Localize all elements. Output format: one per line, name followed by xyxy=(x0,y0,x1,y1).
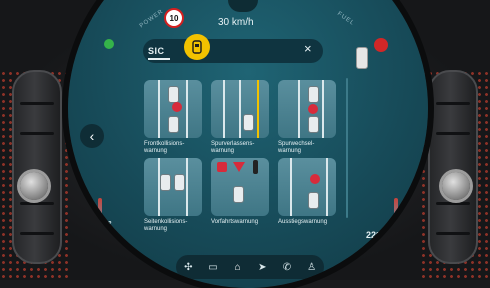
temp-right[interactable]: 22° xyxy=(366,230,380,240)
tile-lane-departure[interactable]: Spurverlassens-warnung xyxy=(211,80,269,155)
title-underline xyxy=(148,58,170,60)
fuel-label: FUEL xyxy=(336,10,356,28)
alert-indicator-red xyxy=(374,38,388,52)
temp-bar-right xyxy=(394,198,398,238)
power-label: POWER xyxy=(138,8,165,30)
bottom-dock: ✣ ▭ ⌂ ➤ ✆ ♙ xyxy=(176,255,324,279)
phone-icon[interactable]: ✆ xyxy=(280,262,294,273)
tile-label: Spurverlassens-warnung xyxy=(211,141,255,154)
panel-title: SIC xyxy=(148,46,165,56)
close-button[interactable]: × xyxy=(304,41,312,56)
home-icon[interactable]: ⌂ xyxy=(231,262,245,273)
status-light-green xyxy=(104,39,114,49)
tile-side-collision[interactable]: Seitenkollisions-warnung xyxy=(144,158,202,233)
fan-icon[interactable]: ✣ xyxy=(181,262,195,273)
tile-exit-warning[interactable]: Ausstiegswarnung xyxy=(278,158,336,226)
navigation-icon[interactable]: ➤ xyxy=(255,262,269,273)
back-button[interactable]: ‹ xyxy=(80,124,104,148)
tile-label: Ausstiegswarnung xyxy=(278,219,328,225)
temp-bar-left xyxy=(98,198,102,238)
speed-limit-sign: 10 xyxy=(164,8,184,28)
tile-label: Spurwechsel-warnung xyxy=(278,141,315,154)
car-status-icon xyxy=(356,47,368,69)
tile-right-of-way[interactable]: Vorfahrtswarnung xyxy=(211,158,269,226)
air-vent-left xyxy=(12,70,62,264)
user-icon[interactable]: ♙ xyxy=(305,262,319,273)
air-vent-right xyxy=(428,70,478,264)
scrollbar[interactable] xyxy=(346,78,348,218)
tile-label: Seitenkollisions-warnung xyxy=(144,219,188,232)
tile-label: Frontkollisions-warnung xyxy=(144,141,185,154)
top-indicator xyxy=(228,0,258,12)
temp-left[interactable]: 22° xyxy=(98,219,112,229)
tile-lane-change[interactable]: Spurwechsel-warnung xyxy=(278,80,336,155)
speed-readout: 30 km/h xyxy=(218,17,254,28)
vent-knob-left[interactable] xyxy=(20,172,48,200)
tile-front-collision[interactable]: Frontkollisions-warnung xyxy=(144,80,202,155)
tile-label: Vorfahrtswarnung xyxy=(211,219,259,225)
chevron-left-icon: ‹ xyxy=(89,128,95,144)
dashboard-icon[interactable]: ▭ xyxy=(206,262,220,273)
assist-mode-button[interactable] xyxy=(184,34,210,60)
car-assist-icon xyxy=(192,40,202,54)
panel-header: SIC xyxy=(143,39,323,63)
vent-knob-right[interactable] xyxy=(442,172,470,200)
